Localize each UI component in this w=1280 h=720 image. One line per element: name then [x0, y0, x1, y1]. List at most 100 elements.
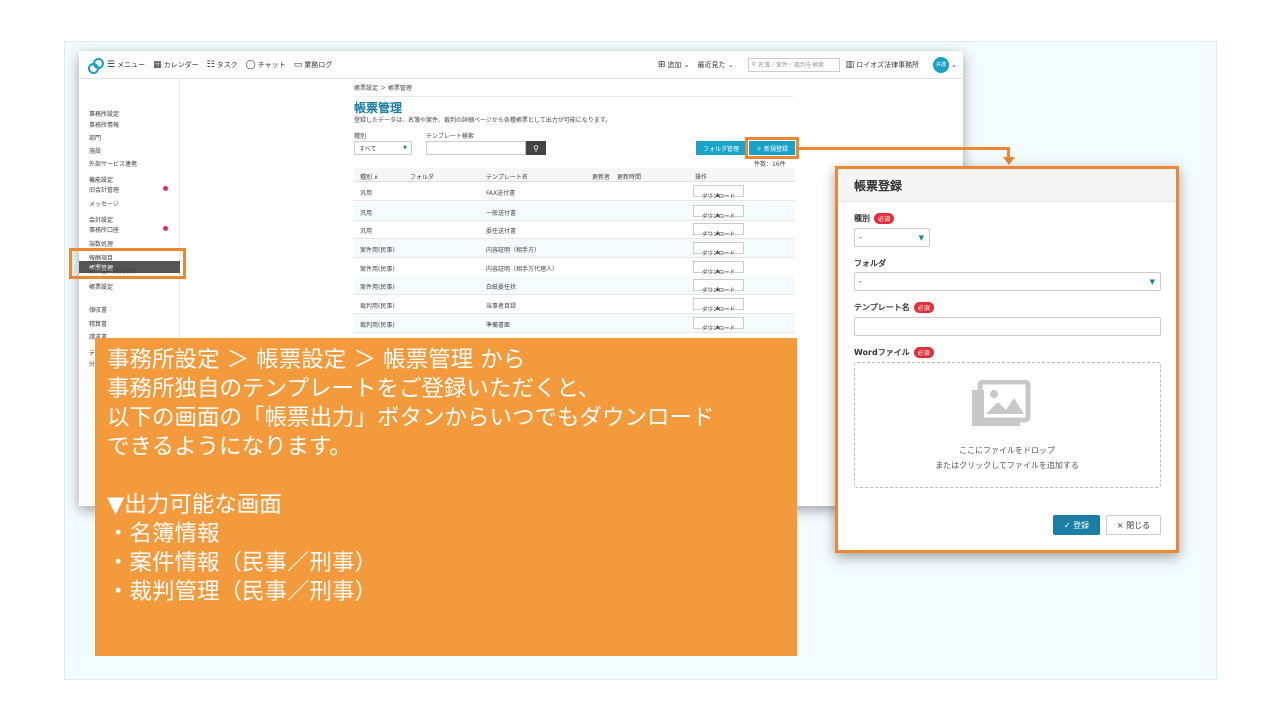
caret-down-icon: ▼ — [403, 145, 407, 151]
sidebar-section-title: 事務所設定 — [89, 111, 120, 118]
callout-line: ・裁判管理（民事／刑事） — [107, 579, 378, 605]
column-header-actions: 操作 — [695, 174, 708, 181]
row-type: 裁判用(民事) — [360, 322, 395, 329]
template-name-input[interactable] — [854, 317, 1161, 336]
column-header-updated-time: 更新時間 — [617, 174, 642, 181]
callout-line: 事務所独自のテンプレートをご登録いただくと、 — [107, 376, 601, 402]
sidebar-section-title: 会計設定 — [89, 217, 114, 224]
row-template-name[interactable]: 準備書面 — [486, 320, 510, 329]
sidebar-item[interactable]: 旧会計管理 — [89, 185, 119, 194]
row-template-name[interactable]: 白紙委任状 — [486, 282, 516, 291]
notification-dot — [163, 186, 168, 191]
download-button[interactable]: ▲ ダウンロード — [693, 242, 744, 257]
download-button[interactable]: ▲ ダウンロード — [693, 261, 744, 276]
download-button[interactable]: ▲ ダウンロード — [693, 185, 744, 200]
search-button[interactable]: ⚲ — [526, 141, 546, 155]
download-button[interactable]: ▲ ダウンロード — [693, 279, 744, 294]
form-register-modal: 帳票登録 種別 必須 - ▼ フォルダ - ▼ テンプレート名 必須 Wordファイル必… — [838, 169, 1176, 550]
callout-line: ・名簿情報 — [107, 521, 220, 547]
calendar-icon: ▦ — [153, 59, 162, 70]
chat-icon: ◯ — [245, 59, 256, 70]
image-placeholder-icon — [972, 380, 1031, 426]
drop-hint-line1: ここにファイルをドロップ — [959, 446, 1055, 455]
global-search-input[interactable]: ⚲ 名簿／案件／裁判を検索 — [747, 57, 840, 72]
download-button[interactable]: ▲ ダウンロード — [693, 223, 744, 238]
avatar[interactable]: 弁護 — [933, 56, 950, 73]
top-bar-right: ⊞ 追加 ⌄ 最近見た ⌄ ⚲ 名簿／案件／裁判を検索 ▥ ロイオズ法律事務所 弁護 … — [658, 56, 963, 73]
record-count: 件数：16件 — [754, 161, 786, 168]
chevron-down-icon[interactable]: ⌄ — [951, 61, 957, 69]
explanation-callout: 事務所設定 ＞ 帳票設定 ＞ 帳票管理 から 事務所独自のテンプレートをご登録いた… — [95, 338, 797, 656]
download-button[interactable]: ▲ ダウンロード — [693, 317, 744, 332]
table-row: 案件用(民事) 内容証明（相手方代理人） ▲ ダウンロード — [354, 258, 795, 277]
sidebar-item[interactable]: 事務所情報 — [89, 120, 119, 129]
office-menu[interactable]: ▥ ロイオズ法律事務所 — [846, 60, 920, 70]
column-header-type[interactable]: 種別 ∧ — [360, 172, 378, 181]
sidebar-item[interactable]: 部門 — [89, 133, 101, 142]
sidebar-item[interactable]: 事務所口座 — [89, 225, 119, 234]
search-icon: ⚲ — [533, 143, 539, 153]
template-name-label: テンプレート名 必須 — [854, 302, 934, 313]
register-button[interactable]: ✓ 登録 — [1053, 515, 1100, 535]
row-template-name[interactable]: 内容証明（相手方代理人） — [486, 264, 558, 273]
log-icon: ▭ — [293, 59, 303, 70]
app-logo-icon[interactable] — [87, 57, 104, 74]
caret-down-icon: ▼ — [918, 233, 924, 242]
drop-hint-line2: またはクリックしてファイルを追加する — [935, 461, 1079, 470]
sidebar-item[interactable]: メッセージ — [89, 199, 119, 208]
breadcrumb: 帳票設定 ＞ 帳票管理 — [354, 79, 794, 97]
sidebar-item[interactable]: 施設 — [89, 146, 101, 155]
recent-menu[interactable]: 最近見た ⌄ — [698, 60, 734, 70]
type-filter-select[interactable]: すべて ▼ — [354, 141, 412, 155]
file-drop-zone[interactable]: ここにファイルをドロップ またはクリックしてファイルを追加する — [854, 362, 1161, 488]
connector-line — [799, 147, 1010, 150]
callout-line: ・案件情報（民事／刑事） — [107, 550, 378, 576]
caret-down-icon: ▼ — [1149, 277, 1155, 286]
topnav-menu[interactable]: ☰ メニュー — [107, 60, 145, 70]
task-icon: ☷ — [206, 59, 215, 70]
table-row: 案件用(民事) 内容証明（相手方） ▲ ダウンロード — [354, 239, 795, 258]
add-icon: ⊞ — [657, 59, 666, 70]
close-button[interactable]: × 閉じる — [1106, 515, 1161, 535]
page-title: 帳票管理 — [354, 101, 403, 115]
template-search-input[interactable] — [426, 141, 526, 155]
table-row: 裁判用(民事) 当事者目録 ▲ ダウンロード — [354, 295, 795, 314]
add-menu[interactable]: ⊞ 追加 ⌄ — [658, 60, 690, 70]
row-type: 汎用 — [360, 190, 373, 197]
folder-manage-button[interactable]: フォルダ管理 — [696, 141, 746, 155]
type-field-label: 種別 必須 — [854, 213, 895, 224]
row-template-name[interactable]: 当事者目録 — [486, 301, 516, 310]
callout-line: できるようになります。 — [107, 434, 352, 460]
topnav-chat[interactable]: ◯ チャット — [246, 60, 286, 70]
topnav-task[interactable]: ☷ タスク — [207, 60, 238, 70]
modal-title: 帳票登録 — [838, 169, 1176, 202]
table-row: 汎用 一般送付書 ▲ ダウンロード — [354, 202, 795, 221]
page-description: 登録したデータは、名簿や案件、裁判の詳細ページから各種帳票として出力が可能になり… — [354, 117, 612, 124]
sidebar-item[interactable]: 端数処理 — [89, 239, 113, 248]
download-button[interactable]: ▲ ダウンロード — [693, 298, 744, 313]
download-button[interactable]: ▲ ダウンロード — [693, 205, 744, 220]
menu-icon: ☰ — [107, 59, 116, 70]
folder-select[interactable]: - ▼ — [854, 272, 1161, 291]
topnav-calendar[interactable]: ▦ カレンダー — [153, 60, 199, 70]
topnav-log[interactable]: ▭ 業務ログ — [294, 60, 333, 70]
top-nav: ☰ メニュー ▦ カレンダー ☷ タスク ◯ チャット ▭ 業務ログ — [107, 60, 340, 70]
required-badge: 必須 — [913, 347, 934, 358]
row-template-name[interactable]: 一般送付書 — [486, 208, 516, 217]
sidebar-highlight-box — [69, 248, 186, 279]
sidebar-item[interactable]: 精算書 — [89, 319, 107, 328]
table-header: 種別 ∧ フォルダ テンプレート名 更新者 更新時間 操作 — [354, 168, 795, 182]
row-template-name[interactable]: 委任送付書 — [486, 226, 516, 235]
template-search-label: テンプレート検索 — [426, 133, 474, 140]
table-row: 裁判用(民事) 準備書面 ▲ ダウンロード — [354, 314, 795, 333]
sidebar-item[interactable]: 領収書 — [89, 305, 107, 314]
row-template-name[interactable]: FAX送付書 — [486, 188, 515, 197]
row-template-name[interactable]: 内容証明（相手方） — [486, 245, 540, 254]
row-type: 案件用(民事) — [360, 284, 395, 291]
sidebar-item[interactable]: 外部サービス連携 — [89, 159, 137, 168]
table-row: 汎用 委任送付書 ▲ ダウンロード — [354, 220, 795, 239]
sidebar-section-title: 機能設定 — [89, 177, 114, 184]
notification-dot — [163, 226, 168, 231]
search-icon: ⚲ — [751, 61, 757, 68]
type-select[interactable]: - ▼ — [854, 228, 930, 247]
